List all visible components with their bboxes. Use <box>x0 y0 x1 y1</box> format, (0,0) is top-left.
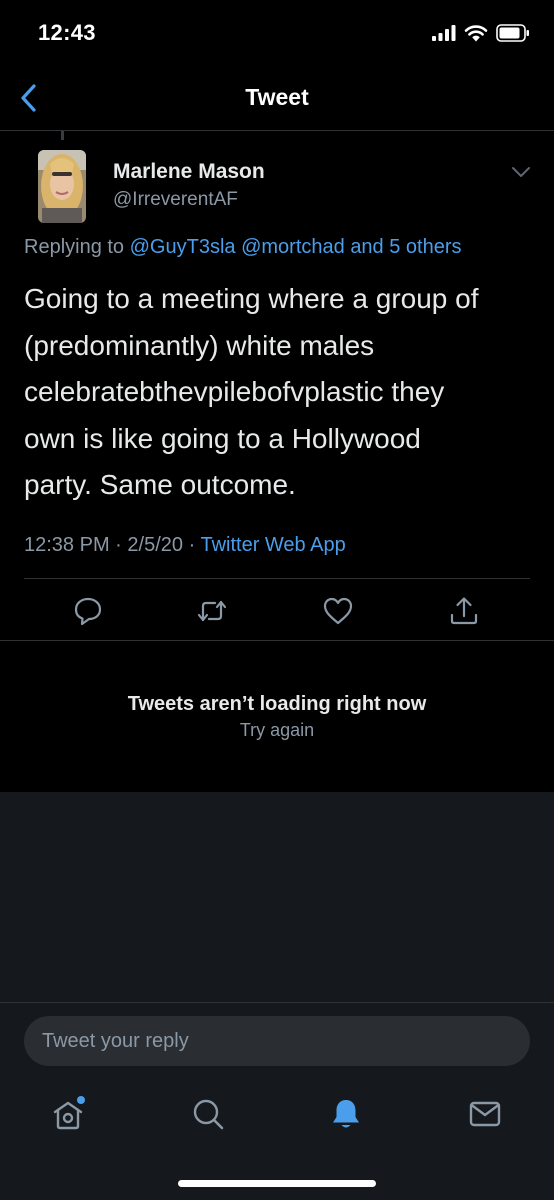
chevron-down-icon <box>512 167 530 177</box>
author-handle[interactable]: @IrreverentAF <box>113 189 238 211</box>
tweet-time: 12:38 PM <box>24 534 110 556</box>
share-button[interactable] <box>447 594 481 628</box>
tweet-text-line: party. Same outcome. <box>24 469 296 500</box>
tweet-actions <box>0 590 554 634</box>
heart-icon <box>323 597 353 625</box>
share-icon <box>450 597 478 625</box>
tab-home[interactable] <box>48 1094 88 1134</box>
status-time: 12:43 <box>38 20 96 45</box>
tweet-text-line: celebratebthevpilebofvplastic they <box>24 376 445 407</box>
reply-button[interactable] <box>71 594 105 628</box>
divider <box>24 578 530 579</box>
author-name[interactable]: Marlene Mason <box>113 160 265 184</box>
search-icon <box>193 1099 224 1130</box>
divider <box>0 640 554 641</box>
replying-to: Replying to @GuyT3sla @mortchad and 5 ot… <box>24 236 462 259</box>
meta-separator: · <box>188 534 196 556</box>
tweet-options-button[interactable] <box>510 164 532 180</box>
try-again-button[interactable]: Try again <box>0 720 554 741</box>
comment-icon <box>74 597 102 626</box>
empty-content-area <box>0 792 554 1002</box>
tab-messages[interactable] <box>465 1094 505 1134</box>
tweet-meta: 12:38 PM · 2/5/20 · Twitter Web App <box>24 534 346 557</box>
avatar[interactable] <box>38 150 86 223</box>
tweet-source-link[interactable]: Twitter Web App <box>200 534 345 556</box>
thread-connector <box>61 131 64 140</box>
error-message: Tweets aren’t loading right now <box>127 693 427 715</box>
retweet-icon <box>197 600 227 622</box>
mail-icon <box>469 1101 501 1127</box>
tab-notifications[interactable] <box>326 1094 366 1134</box>
tab-search[interactable] <box>188 1094 228 1134</box>
home-icon <box>53 1096 85 1130</box>
tweet-text-line: own is like going to a Hollywood <box>24 422 421 454</box>
others-link[interactable]: and 5 others <box>350 236 461 258</box>
wifi-icon <box>464 25 488 42</box>
retweet-button[interactable] <box>195 594 229 628</box>
status-icons <box>432 22 530 44</box>
replying-prefix: Replying to <box>24 236 125 258</box>
battery-icon <box>496 24 529 42</box>
mention-link[interactable]: @mortchad <box>241 236 345 258</box>
avatar-image <box>38 150 86 223</box>
tweet-text: Going to a meeting where a group of (pre… <box>24 276 534 509</box>
reply-input[interactable] <box>24 1016 530 1066</box>
page-title: Tweet <box>245 84 309 110</box>
bell-icon <box>333 1100 359 1128</box>
like-button[interactable] <box>321 594 355 628</box>
tweet-text-line: Going to a meeting where a group of <box>24 283 479 314</box>
home-indicator[interactable] <box>178 1180 376 1187</box>
cellular-signal-icon <box>432 25 456 41</box>
tweet-text-line: (predominantly) white males <box>24 329 375 361</box>
mention-link[interactable]: @GuyT3sla <box>130 236 236 258</box>
meta-separator: · <box>115 534 122 556</box>
tweet-date: 2/5/20 <box>127 534 184 556</box>
